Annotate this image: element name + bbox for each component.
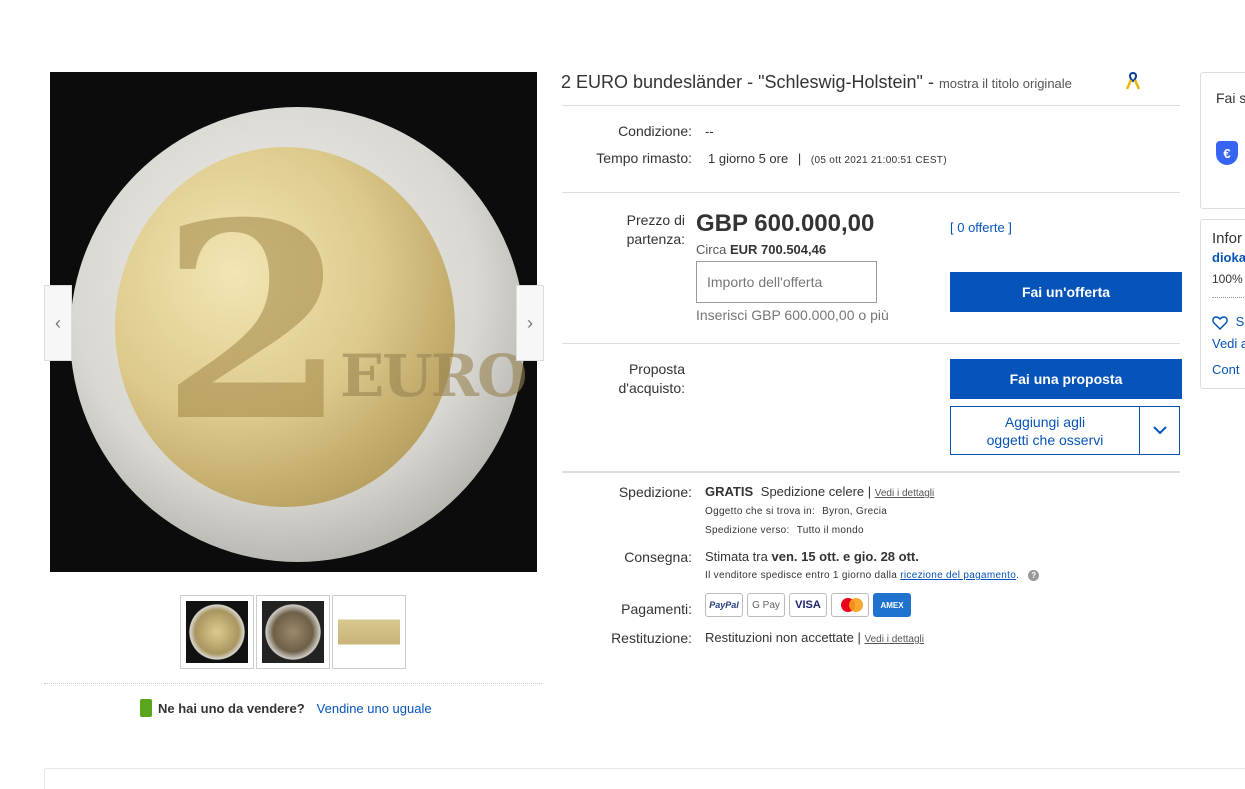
chevron-down-icon — [1152, 426, 1167, 435]
starting-price-label-2: partenza: — [626, 231, 685, 247]
divider — [44, 683, 542, 684]
shipping-row: GRATIS Spedizione celere | Vedi i dettag… — [705, 484, 934, 499]
chevron-left-icon: ‹ — [55, 312, 61, 333]
chevron-right-icon: › — [527, 312, 533, 333]
approx-amount: EUR 700.504,46 — [729, 242, 827, 257]
coin-euro-text: EURO — [340, 342, 528, 410]
dispatch-note: Il venditore spedisce entro 1 giorno dal… — [705, 570, 1040, 582]
seller-info-title: Infor — [1212, 230, 1243, 247]
best-offer-label-1: Proposta — [628, 361, 685, 377]
payment-received-link[interactable]: ricezione del pagamento — [900, 570, 1016, 581]
contact-seller-link[interactable]: Cont — [1212, 362, 1239, 377]
starting-price-label: Prezzo di partenza: — [555, 211, 685, 249]
time-separator: | — [797, 151, 802, 166]
ships-to: Spedizione verso: Tutto il mondo — [705, 525, 864, 536]
divider — [562, 192, 1180, 193]
seller-info-box: Infor dioka 100% S Vedi a Cont — [1200, 219, 1245, 389]
main-product-image[interactable]: 2 EURO — [50, 72, 537, 572]
bid-amount-input[interactable] — [696, 261, 877, 303]
thumbnail-1[interactable] — [180, 595, 254, 669]
watch-label-1: Aggiungi agli — [1004, 413, 1086, 430]
approx-prefix: Circa — [696, 242, 727, 257]
payments-label: Pagamenti: — [621, 601, 692, 617]
shipping-label: Spedizione: — [618, 484, 692, 500]
ships-to-value: Tutto il mondo — [796, 525, 864, 536]
returns-value: Restituzioni non accettate | — [705, 630, 861, 645]
add-to-watchlist-button[interactable]: Aggiungi agli oggetti che osservi — [950, 406, 1140, 455]
payment-methods: PayPal G Pay VISA AMEX — [705, 593, 911, 617]
returns-label: Restituzione: — [611, 630, 692, 646]
delivery-prefix: Stimata tra — [705, 549, 768, 564]
item-location: Oggetto che si trova in: Byron, Grecia — [705, 506, 887, 517]
heart-icon — [1212, 315, 1228, 330]
thumbnail-3[interactable] — [332, 595, 406, 669]
paypal-icon: PayPal — [705, 593, 743, 617]
visa-icon: VISA — [789, 593, 827, 617]
sell-question: Ne hai uno da vendere? — [158, 700, 305, 716]
divider — [562, 471, 1180, 473]
starting-price-label-1: Prezzo di — [626, 212, 685, 228]
ribbon-icon — [1126, 72, 1140, 90]
show-original-title-link[interactable]: mostra il titolo originale — [939, 76, 1072, 91]
delivery-estimate: Stimata tra ven. 15 ott. e gio. 28 ott. — [705, 549, 919, 564]
thumbnail-image — [338, 601, 400, 663]
divider — [562, 105, 1180, 106]
google-pay-icon: G Pay — [747, 593, 785, 617]
thumbnail-strip — [180, 595, 406, 669]
place-bid-button[interactable]: Fai un'offerta — [950, 272, 1182, 312]
dispatch-note-end: . — [1016, 570, 1020, 582]
condition-value: -- — [705, 124, 714, 139]
coin-image: 2 EURO — [70, 107, 528, 562]
similar-items-section — [44, 768, 1245, 789]
save-seller-link[interactable]: S — [1212, 314, 1244, 330]
coin-denomination: 2 — [160, 163, 348, 481]
money-back-shield-icon: € — [1216, 141, 1238, 165]
approx-price: Circa EUR 700.504,46 — [696, 242, 826, 257]
price-tag-icon — [140, 699, 152, 717]
next-image-button[interactable]: › — [516, 285, 544, 361]
thumbnail-image — [186, 601, 248, 663]
dispatch-note-text: Il venditore spedisce entro 1 giorno dal… — [705, 570, 898, 582]
make-offer-button[interactable]: Fai una proposta — [950, 359, 1182, 399]
listing-title: 2 EURO bundesländer - "Schleswig-Holstei… — [561, 72, 1072, 93]
end-date: (05 ott 2021 21:00:51 CEST) — [810, 155, 947, 166]
thumbnail-image — [262, 601, 324, 663]
time-left-value: 1 giorno 5 ore — [708, 151, 789, 166]
delivery-label: Consegna: — [624, 549, 692, 565]
best-offer-label-2: d'acquisto: — [618, 380, 686, 396]
sell-similar-row: Ne hai uno da vendere? Vendine uno ugual… — [140, 699, 432, 717]
sell-similar-link[interactable]: Vendine uno uguale — [317, 701, 432, 716]
seller-feedback: 100% — [1212, 272, 1243, 286]
item-location-label: Oggetto che si trova in: — [705, 506, 816, 517]
watch-label-2: oggetti che osservi — [986, 431, 1104, 448]
returns-details-link[interactable]: Vedi i dettagli — [864, 634, 924, 645]
seller-name-link[interactable]: dioka — [1212, 250, 1245, 265]
item-location-value: Byron, Grecia — [822, 506, 888, 517]
delivery-range: ven. 15 ott. e gio. 28 ott. — [771, 549, 919, 564]
bid-hint: Inserisci GBP 600.000,00 o più — [696, 307, 889, 323]
title-text: 2 EURO bundesländer - "Schleswig-Holstei… — [561, 72, 934, 92]
see-other-items-link[interactable]: Vedi a — [1212, 336, 1245, 351]
price-amount: GBP 600.000,00 — [696, 210, 875, 237]
amex-icon: AMEX — [873, 593, 911, 617]
thumbnail-2[interactable] — [256, 595, 330, 669]
shipping-details-link[interactable]: Vedi i dettagli — [875, 488, 935, 499]
best-offer-label: Proposta d'acquisto: — [555, 360, 686, 398]
time-left-label: Tempo rimasto: — [596, 150, 692, 166]
buyer-protection-title: Fai s — [1216, 90, 1245, 106]
returns-row: Restituzioni non accettate | Vedi i dett… — [705, 630, 924, 645]
previous-image-button[interactable]: ‹ — [44, 285, 72, 361]
help-icon[interactable]: ? — [1028, 570, 1040, 581]
divider — [562, 343, 1180, 344]
offers-count-link[interactable]: [ 0 offerte ] — [950, 220, 1012, 235]
ships-to-label: Spedizione verso: — [705, 525, 790, 536]
save-seller-label: S — [1235, 314, 1245, 329]
shipping-free: GRATIS — [705, 484, 754, 499]
condition-label: Condizione: — [618, 123, 692, 139]
watchlist-dropdown-button[interactable] — [1139, 406, 1180, 455]
shipping-method: Spedizione celere | — [760, 484, 872, 499]
mastercard-icon — [831, 593, 869, 617]
divider — [1212, 297, 1245, 298]
time-left-row: 1 giorno 5 ore | (05 ott 2021 21:00:51 C… — [708, 151, 947, 166]
